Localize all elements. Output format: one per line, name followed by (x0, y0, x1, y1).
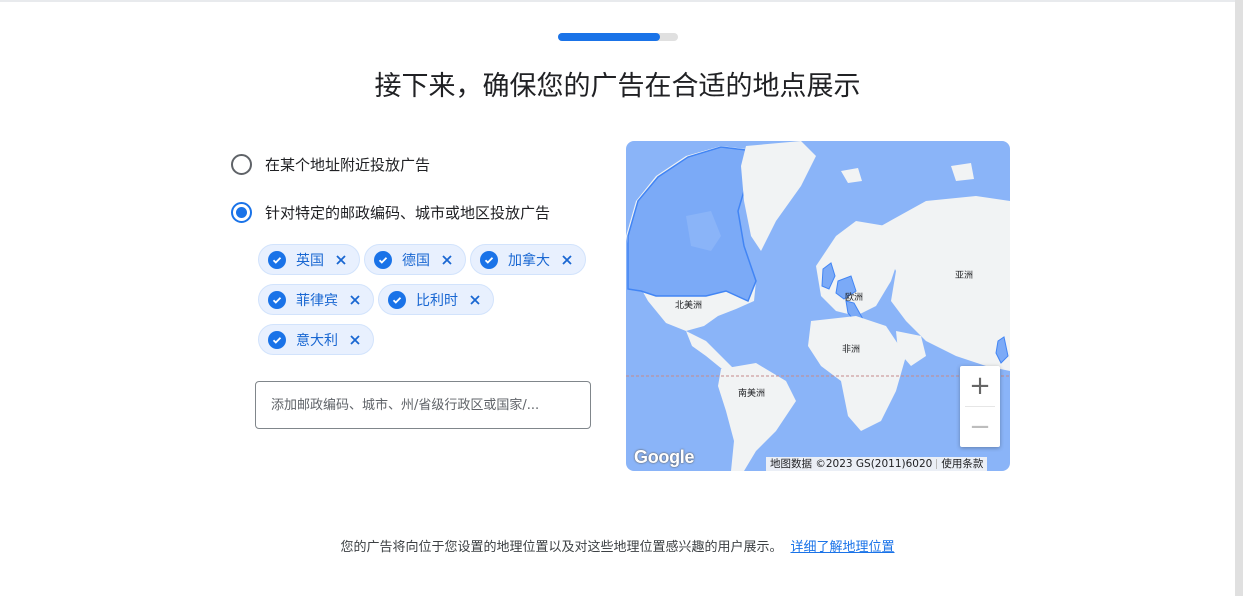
map-label-asia: 亚洲 (955, 271, 974, 281)
check-icon (268, 290, 286, 309)
check-icon (268, 330, 286, 349)
location-chip[interactable]: 菲律宾 (258, 284, 374, 315)
location-chip[interactable]: 意大利 (258, 324, 374, 355)
page-title: 接下来，确保您的广告在合适的地点展示 (374, 71, 861, 102)
chip-label: 意大利 (296, 332, 338, 349)
zoom-in-button[interactable]: + (960, 366, 1000, 406)
close-icon[interactable] (346, 331, 364, 349)
chip-label: 加拿大 (508, 252, 550, 269)
map-label-europe: 欧洲 (845, 293, 864, 303)
close-icon[interactable] (332, 251, 350, 269)
location-chip[interactable]: 比利时 (378, 284, 494, 315)
page: 接下来，确保您的广告在合适的地点展示 在某个地址附近投放广告 针对特定的邮政编码… (0, 0, 1243, 596)
close-icon[interactable] (346, 291, 364, 309)
option-radius-label: 在某个地址附近投放广告 (265, 156, 431, 174)
radio-checked-icon[interactable] (231, 202, 252, 223)
map-label-south-america: 南美洲 (738, 389, 766, 399)
map-zoom-controls: + − (960, 366, 1000, 447)
check-icon (374, 250, 392, 269)
chip-label: 菲律宾 (296, 292, 338, 309)
option-radius-radio[interactable]: 在某个地址附近投放广告 (231, 154, 430, 175)
progress-bar-fill (558, 33, 660, 41)
option-regions-radio[interactable]: 针对特定的邮政编码、城市或地区投放广告 (231, 202, 550, 223)
map-label-africa: 非洲 (842, 345, 861, 355)
top-divider (0, 0, 1235, 2)
progress-bar (558, 33, 678, 41)
terms-of-use-link[interactable]: 使用条款 (937, 457, 987, 471)
check-icon (388, 290, 406, 309)
learn-more-link[interactable]: 详细了解地理位置 (791, 540, 895, 555)
map-label-north-america: 北美洲 (675, 301, 703, 311)
chip-label: 比利时 (416, 292, 458, 309)
location-search-input[interactable] (255, 381, 591, 429)
close-icon[interactable] (466, 291, 484, 309)
chip-label: 德国 (402, 252, 430, 269)
location-chips: 英国 德国 加拿大 菲律宾 比利时 意大利 (258, 244, 588, 364)
footer-text: 您的广告将向位于您设置的地理位置以及对这些地理位置感兴趣的用户展示。 (340, 540, 783, 555)
zoom-out-button[interactable]: − (960, 407, 1000, 447)
footer-note: 您的广告将向位于您设置的地理位置以及对这些地理位置感兴趣的用户展示。 详细了解地理… (0, 536, 1235, 555)
map-data-credit[interactable]: 地图数据 ©2023 GS(2011)6020 (766, 457, 936, 471)
chip-label: 英国 (296, 252, 324, 269)
scrollbar[interactable] (1235, 0, 1243, 596)
check-icon (268, 250, 286, 269)
option-regions-label: 针对特定的邮政编码、城市或地区投放广告 (265, 204, 551, 222)
location-chip[interactable]: 英国 (258, 244, 360, 275)
check-icon (480, 250, 498, 269)
google-logo[interactable]: Google (634, 447, 695, 468)
close-icon[interactable] (558, 251, 576, 269)
map-attribution: 地图数据 ©2023 GS(2011)6020 使用条款 (766, 457, 988, 471)
radio-unchecked-icon[interactable] (231, 154, 252, 175)
location-chip[interactable]: 德国 (364, 244, 466, 275)
map[interactable]: 北美洲 欧洲 亚洲 非洲 南美洲 + − Google 地图数据 ©2023 G… (626, 141, 1010, 471)
location-chip[interactable]: 加拿大 (470, 244, 586, 275)
close-icon[interactable] (438, 251, 456, 269)
